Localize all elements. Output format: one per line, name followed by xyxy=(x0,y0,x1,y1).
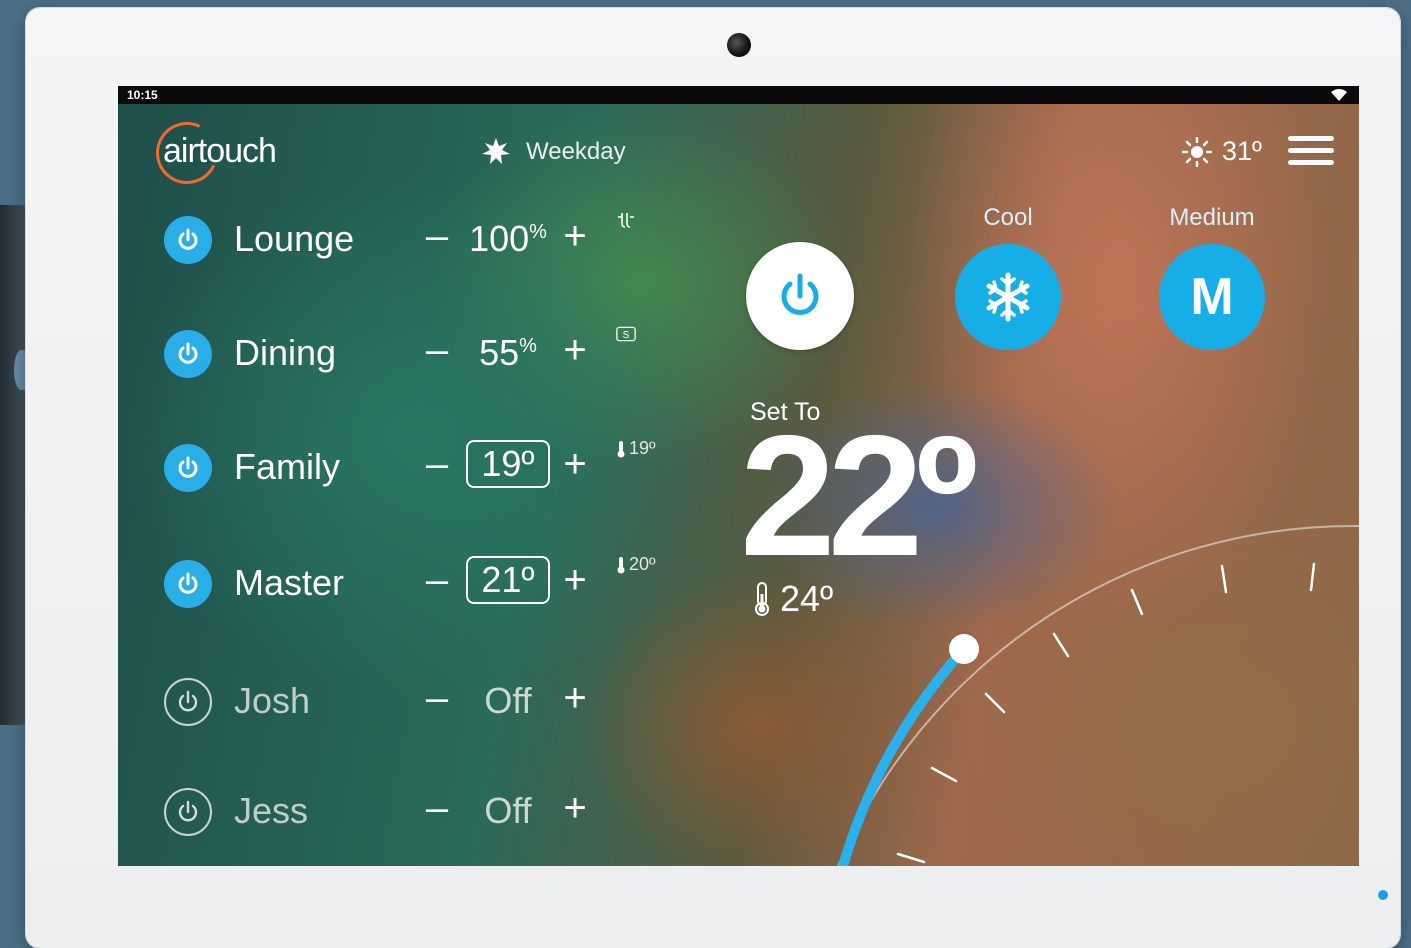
hamburger-menu-icon[interactable] xyxy=(1288,136,1334,168)
power-icon xyxy=(178,800,198,822)
zone-row-master: Master – 21º + 20º xyxy=(164,552,664,612)
schedule-sunburst-icon xyxy=(482,138,510,164)
zone-power-button-jess[interactable] xyxy=(164,788,212,836)
zone-name: Master xyxy=(234,562,345,603)
zone-increase-button[interactable]: + xyxy=(560,442,590,487)
status-time: 10:15 xyxy=(127,88,158,102)
zone-power-button-josh[interactable] xyxy=(164,678,212,726)
zone-increase-button[interactable]: + xyxy=(560,786,590,831)
tablet-frame: 10:15 airtouch Weekday 31º Lounge – 100%… xyxy=(26,8,1400,948)
power-icon xyxy=(781,273,819,315)
mode-label: Cool xyxy=(983,204,1033,231)
schedule-label: Weekday xyxy=(526,138,626,165)
outdoor-weather: 31º xyxy=(1182,136,1262,167)
zone-increase-button[interactable]: + xyxy=(560,676,590,721)
zone-row-family: Family – 19º + 19º xyxy=(164,436,664,496)
zone-increase-button[interactable]: + xyxy=(560,558,590,603)
snowflake-icon xyxy=(986,272,1030,322)
mode-cool-button[interactable] xyxy=(955,244,1061,350)
zone-name: Josh xyxy=(234,680,311,721)
zone-power-button-lounge[interactable] xyxy=(164,216,212,264)
power-icon xyxy=(178,456,198,478)
zone-name: Lounge xyxy=(234,218,355,259)
current-temp-value: 24º xyxy=(780,578,834,619)
zone-power-button-dining[interactable] xyxy=(164,330,212,378)
fan-speed-button[interactable]: M xyxy=(1159,244,1265,350)
thermometer-icon xyxy=(755,582,769,616)
zone-decrease-button[interactable]: – xyxy=(422,558,452,603)
screen: 10:15 airtouch Weekday 31º Lounge – 100%… xyxy=(118,86,1359,866)
zone-sensor: S xyxy=(616,324,636,344)
zone-name: Jess xyxy=(234,790,309,831)
dial-ticks xyxy=(896,562,1316,864)
status-led xyxy=(1378,890,1388,900)
fan-speed-label: Medium xyxy=(1169,204,1255,231)
zone-value: Off xyxy=(484,790,532,831)
front-camera xyxy=(727,33,751,57)
fan-spill-icon xyxy=(618,213,634,228)
zone-increase-button[interactable]: + xyxy=(560,328,590,373)
zone-sensor xyxy=(616,210,636,230)
logo-text: airtouch xyxy=(163,132,277,170)
zone-power-button-master[interactable] xyxy=(164,560,212,608)
zone-increase-button[interactable]: + xyxy=(560,214,590,259)
fan-speed-letter: M xyxy=(1190,268,1234,326)
schedule-indicator[interactable]: Weekday xyxy=(480,136,626,168)
dial-progress-arc xyxy=(838,644,969,866)
sun-icon xyxy=(1182,136,1212,167)
zone-value: Off xyxy=(484,680,532,721)
zone-decrease-button[interactable]: – xyxy=(422,214,452,259)
zone-name: Dining xyxy=(234,332,337,373)
zone-decrease-button[interactable]: – xyxy=(422,786,452,831)
zone-value: 55% xyxy=(479,332,537,373)
zone-decrease-button[interactable]: – xyxy=(422,328,452,373)
zone-setpoint[interactable]: 21º xyxy=(466,556,550,604)
ac-power-button[interactable] xyxy=(746,242,854,350)
outdoor-temp: 31º xyxy=(1222,136,1262,166)
zone-setpoint[interactable]: 19º xyxy=(466,440,550,488)
zone-row-dining: Dining – 55% + S xyxy=(164,322,664,382)
zone-power-button-family[interactable] xyxy=(164,444,212,492)
zone-name: Family xyxy=(234,446,340,487)
zone-row-lounge: Lounge – 100% + xyxy=(164,208,664,268)
zone-decrease-button[interactable]: – xyxy=(422,676,452,721)
zone-sensor: 19º xyxy=(616,438,656,459)
zone-row-jess: Jess – Off + xyxy=(164,780,664,840)
svg-text:S: S xyxy=(623,330,630,341)
zone-sensor: 20º xyxy=(616,554,656,575)
schedule-s-icon: S xyxy=(616,326,636,342)
power-icon xyxy=(178,342,198,364)
thermometer-icon xyxy=(617,440,625,457)
power-icon xyxy=(178,572,198,594)
dial-knob[interactable] xyxy=(949,634,979,664)
airtouch-logo: airtouch xyxy=(147,113,326,193)
zone-sensor-temp: 20º xyxy=(629,554,656,574)
thermometer-icon xyxy=(617,556,625,573)
power-icon xyxy=(178,228,198,250)
power-icon xyxy=(178,690,198,712)
wifi-icon xyxy=(1331,89,1347,101)
current-temperature: 24º xyxy=(754,578,833,620)
zone-row-josh: Josh – Off + xyxy=(164,670,664,730)
set-temperature: 22º xyxy=(740,400,978,592)
zone-value: 100% xyxy=(469,218,547,259)
zone-sensor-temp: 19º xyxy=(629,438,656,458)
status-bar: 10:15 xyxy=(118,86,1359,104)
zone-decrease-button[interactable]: – xyxy=(422,442,452,487)
